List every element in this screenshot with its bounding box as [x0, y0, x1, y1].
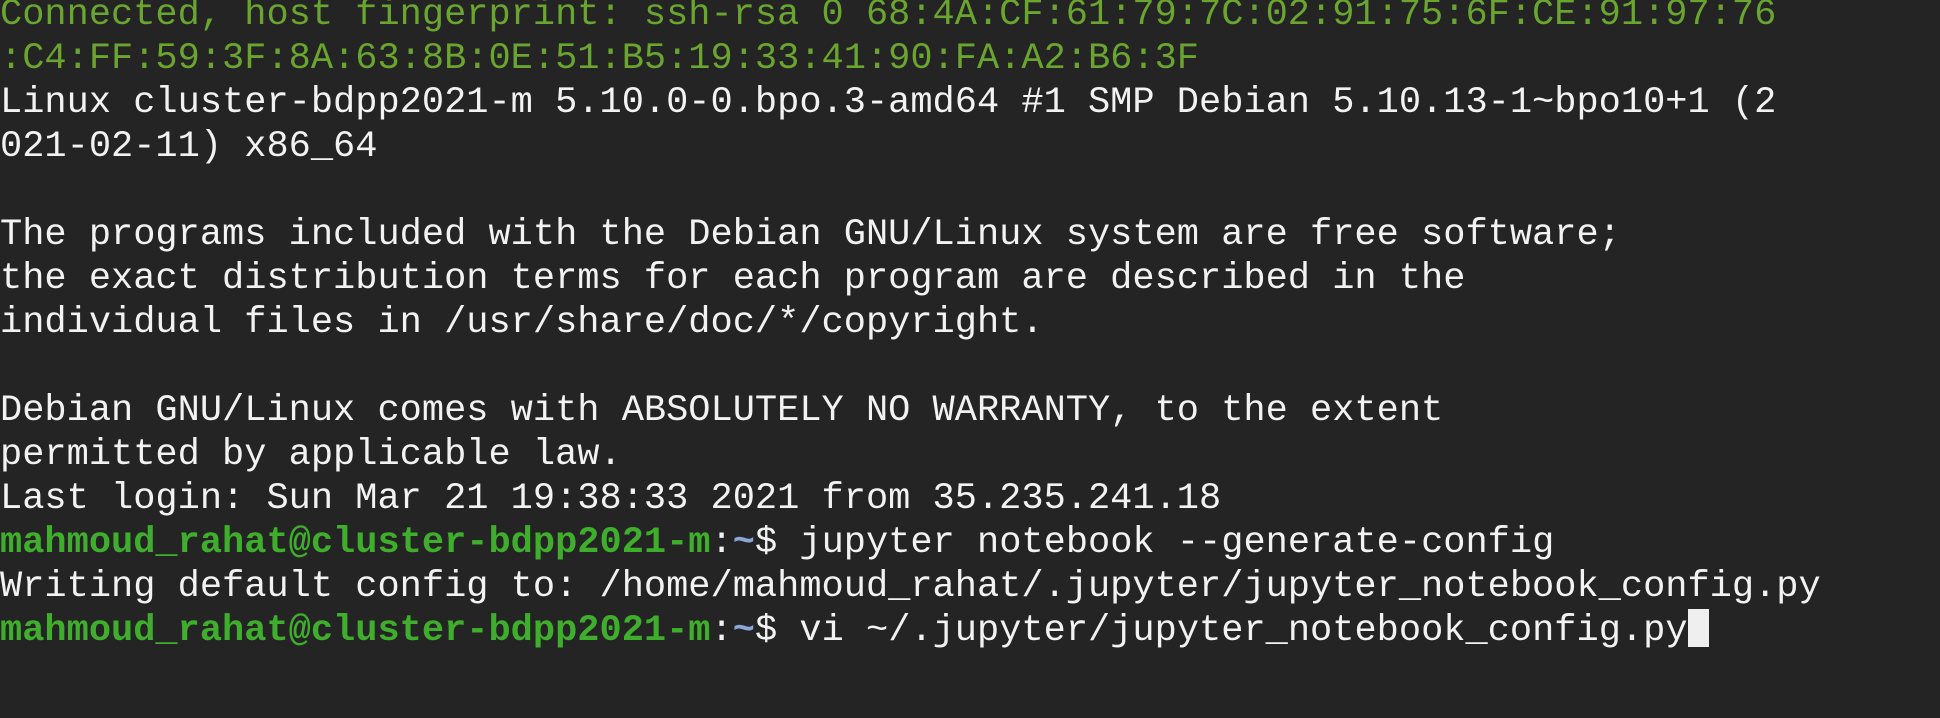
prompt-line-1: mahmoud_rahat@cluster-bdpp2021-m:~$ jupy… [0, 521, 1940, 565]
prompt-user-host: mahmoud_rahat@cluster-bdpp2021-m [0, 610, 711, 652]
prompt-path: ~ [732, 610, 755, 652]
prompt-colon: : [710, 610, 733, 652]
motd-line-2: the exact distribution terms for each pr… [0, 258, 1466, 300]
command-input[interactable]: vi ~/.jupyter/jupyter_notebook_config.py [799, 610, 1687, 652]
terminal-window[interactable]: Connected, host fingerprint: ssh-rsa 0 6… [0, 0, 1940, 711]
command-output-1: Writing default config to: /home/mahmoud… [0, 566, 1821, 608]
warranty-line-2: permitted by applicable law. [0, 434, 622, 476]
uname-line-1: Linux cluster-bdpp2021-m 5.10.0-0.bpo.3-… [0, 82, 1777, 124]
prompt-symbol: $ [754, 522, 800, 564]
prompt-user-host: mahmoud_rahat@cluster-bdpp2021-m [0, 522, 711, 564]
prompt-symbol: $ [754, 610, 800, 652]
text-cursor [1687, 609, 1709, 647]
motd-line-3: individual files in /usr/share/doc/*/cop… [0, 302, 1044, 344]
motd-line-1: The programs included with the Debian GN… [0, 214, 1621, 256]
banner-line-1: Connected, host fingerprint: ssh-rsa 0 6… [0, 0, 1777, 36]
last-login-line: Last login: Sun Mar 21 19:38:33 2021 fro… [0, 478, 1222, 520]
prompt-line-2[interactable]: mahmoud_rahat@cluster-bdpp2021-m:~$ vi ~… [0, 609, 1940, 653]
prompt-colon: : [710, 522, 733, 564]
banner-line-2: :C4:FF:59:3F:8A:63:8B:0E:51:B5:19:33:41:… [0, 38, 1199, 80]
warranty-line-1: Debian GNU/Linux comes with ABSOLUTELY N… [0, 390, 1444, 432]
command-1: jupyter notebook --generate-config [799, 522, 1555, 564]
uname-line-2: 021-02-11) x86_64 [0, 126, 378, 168]
prompt-path: ~ [732, 522, 755, 564]
